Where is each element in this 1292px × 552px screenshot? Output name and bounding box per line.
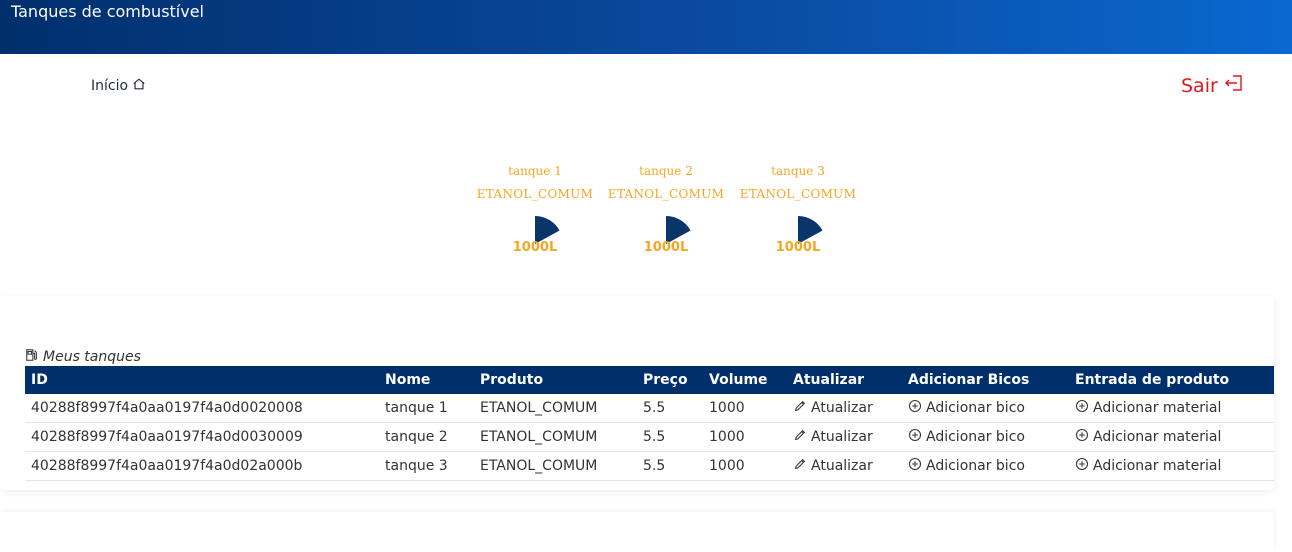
- table-caption: Meus tanques: [25, 348, 141, 366]
- header-volume: Volume: [709, 372, 768, 388]
- plus-circle-icon: [908, 399, 922, 417]
- add-material-label: Adicionar material: [1093, 458, 1222, 474]
- update-button[interactable]: Atualizar: [793, 399, 873, 417]
- add-material-label: Adicionar material: [1093, 400, 1222, 416]
- table-row: 40288f8997f4a0aa0197f4a0d0030009 tanque …: [25, 422, 1274, 452]
- tank-name: tanque 3: [771, 164, 825, 178]
- plus-circle-icon: [908, 428, 922, 446]
- home-link[interactable]: Início: [91, 77, 146, 95]
- cell-volume: 1000: [703, 422, 787, 452]
- add-nozzle-label: Adicionar bico: [926, 429, 1025, 445]
- update-label: Atualizar: [811, 429, 873, 445]
- cell-id: 40288f8997f4a0aa0197f4a0d0030009: [25, 422, 379, 452]
- update-button[interactable]: Atualizar: [793, 457, 873, 475]
- pencil-icon: [793, 428, 807, 446]
- cell-price: 5.5: [637, 451, 703, 481]
- tank-name: tanque 1: [508, 164, 562, 178]
- logout-label: Sair: [1181, 74, 1218, 97]
- header-product-entry: Entrada de produto: [1075, 372, 1230, 388]
- pencil-icon: [793, 457, 807, 475]
- fuel-pump-icon: [25, 348, 39, 366]
- cell-volume: 1000: [703, 394, 787, 423]
- plus-circle-icon: [908, 457, 922, 475]
- add-material-label: Adicionar material: [1093, 429, 1222, 445]
- header-update: Atualizar: [793, 372, 865, 388]
- add-nozzle-button[interactable]: Adicionar bico: [908, 457, 1025, 475]
- add-material-button[interactable]: Adicionar material: [1075, 399, 1221, 417]
- update-label: Atualizar: [811, 400, 873, 416]
- tanks-table: ID Nome Produto Preço Volume Atualizar A…: [25, 366, 1274, 481]
- table-row: 40288f8997f4a0aa0197f4a0d02a000b tanque …: [25, 451, 1274, 481]
- plus-circle-icon: [1075, 399, 1089, 417]
- header-product: Produto: [480, 372, 544, 388]
- update-button[interactable]: Atualizar: [793, 428, 873, 446]
- add-material-button[interactable]: Adicionar material: [1075, 457, 1221, 475]
- caption-label: Meus tanques: [43, 349, 141, 365]
- plus-circle-icon: [1075, 457, 1089, 475]
- cell-product: ETANOL_COMUM: [474, 394, 637, 423]
- table-row: 40288f8997f4a0aa0197f4a0d0020008 tanque …: [25, 394, 1274, 423]
- tank-product: ETANOL_COMUM: [476, 187, 594, 201]
- header-name: Nome: [385, 372, 431, 388]
- page-title: Tanques de combustível: [11, 2, 204, 21]
- add-nozzle-label: Adicionar bico: [926, 458, 1025, 474]
- tank-product: ETANOL_COMUM: [739, 187, 857, 201]
- cell-name: tanque 3: [379, 451, 474, 481]
- cell-price: 5.5: [637, 394, 703, 423]
- cell-product: ETANOL_COMUM: [474, 422, 637, 452]
- home-icon: [132, 77, 146, 95]
- cell-volume: 1000: [703, 451, 787, 481]
- logout-button[interactable]: Sair: [1181, 73, 1244, 98]
- home-label: Início: [91, 78, 129, 94]
- tank-volume: 1000L: [512, 240, 558, 255]
- header-add-nozzles: Adicionar Bicos: [908, 372, 1030, 388]
- cell-id: 40288f8997f4a0aa0197f4a0d02a000b: [25, 451, 379, 481]
- pencil-icon: [793, 399, 807, 417]
- add-nozzle-button[interactable]: Adicionar bico: [908, 428, 1025, 446]
- plus-circle-icon: [1075, 428, 1089, 446]
- cell-price: 5.5: [637, 422, 703, 452]
- cell-name: tanque 2: [379, 422, 474, 452]
- cell-id: 40288f8997f4a0aa0197f4a0d0020008: [25, 394, 379, 423]
- add-nozzle-label: Adicionar bico: [926, 400, 1025, 416]
- header-price: Preço: [643, 372, 688, 388]
- add-material-button[interactable]: Adicionar material: [1075, 428, 1221, 446]
- table-header-row: ID Nome Produto Preço Volume Atualizar A…: [25, 366, 1274, 394]
- cell-name: tanque 1: [379, 394, 474, 423]
- cell-product: ETANOL_COMUM: [474, 451, 637, 481]
- tank-volume: 1000L: [643, 240, 689, 255]
- update-label: Atualizar: [811, 458, 873, 474]
- tank-name: tanque 2: [639, 164, 693, 178]
- secondary-card: [0, 512, 1274, 552]
- tank-volume: 1000L: [775, 240, 821, 255]
- logout-icon: [1224, 73, 1244, 98]
- app-header: Tanques de combustível: [0, 0, 1292, 54]
- add-nozzle-button[interactable]: Adicionar bico: [908, 399, 1025, 417]
- header-id: ID: [31, 372, 48, 388]
- tank-product: ETANOL_COMUM: [607, 187, 725, 201]
